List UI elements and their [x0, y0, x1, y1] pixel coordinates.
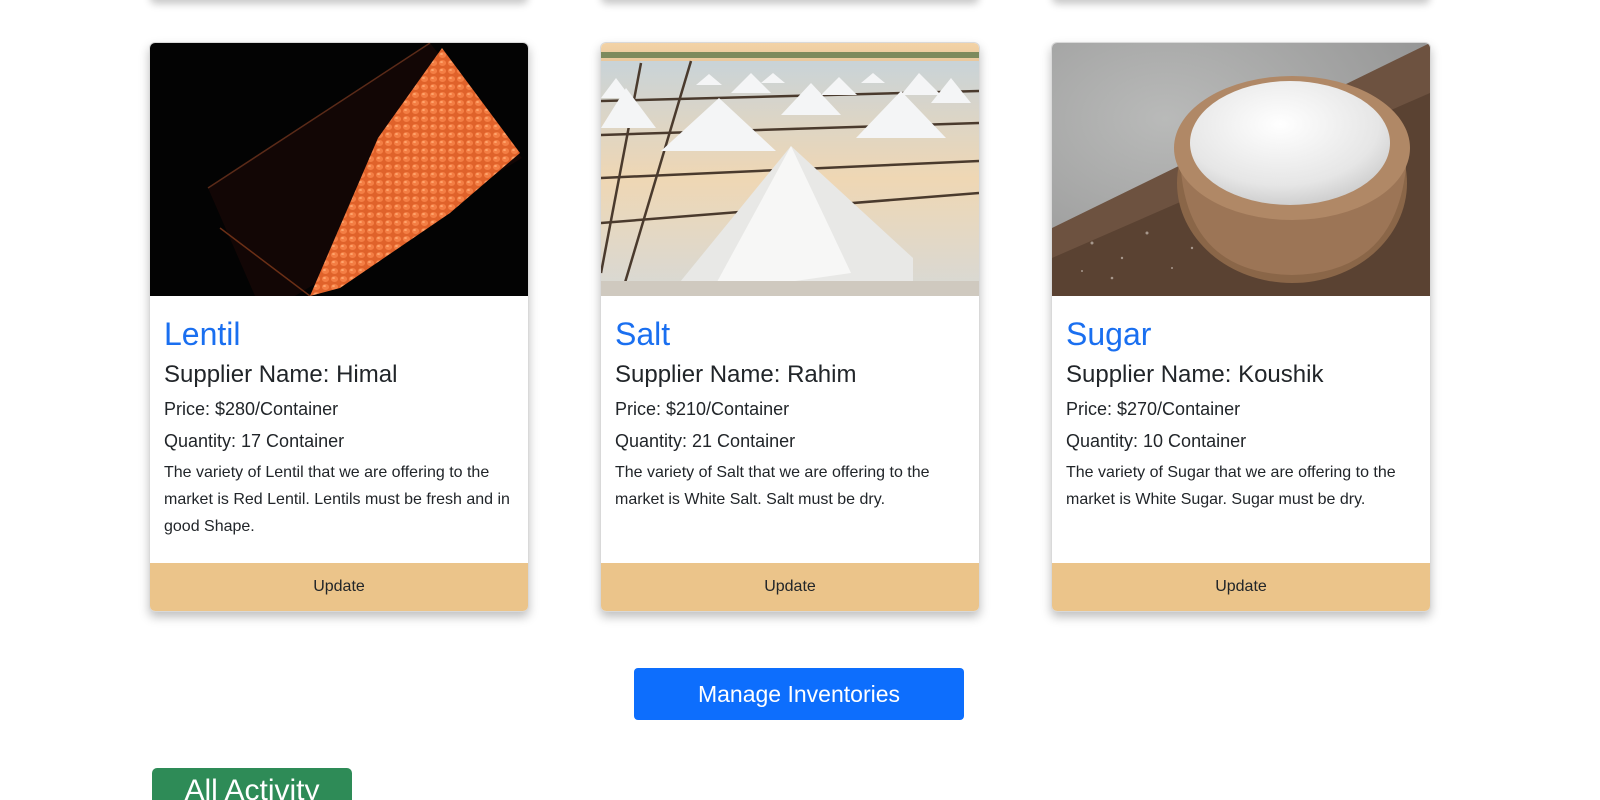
card-body: Sugar Supplier Name: Koushik Price: $270… — [1066, 311, 1418, 513]
card-body: Lentil Supplier Name: Himal Price: $280/… — [164, 311, 516, 540]
page: Lentil Supplier Name: Himal Price: $280/… — [0, 0, 1600, 800]
product-image-sugar — [1052, 43, 1430, 296]
product-image-lentil — [150, 43, 528, 296]
manage-inventories-button[interactable]: Manage Inventories — [634, 668, 964, 720]
product-name: Salt — [615, 316, 671, 352]
all-activity-heading: All Activity — [152, 768, 352, 800]
product-description: The variety of Sugar that we are offerin… — [1066, 464, 1396, 508]
product-description: The variety of Salt that we are offering… — [615, 464, 930, 508]
update-button[interactable]: Update — [150, 563, 528, 611]
supplier-name: Supplier Name: Koushik — [1066, 361, 1324, 388]
update-button[interactable]: Update — [1052, 563, 1430, 611]
product-quantity: Quantity: 17 Container — [164, 431, 345, 451]
update-button[interactable]: Update — [601, 563, 979, 611]
product-price: Price: $270/Container — [1066, 399, 1241, 419]
product-description: The variety of Lentil that we are offeri… — [164, 464, 510, 535]
supplier-name: Supplier Name: Himal — [164, 361, 398, 388]
product-price: Price: $280/Container — [164, 399, 339, 419]
product-card-lentil: Lentil Supplier Name: Himal Price: $280/… — [149, 42, 529, 612]
product-quantity: Quantity: 10 Container — [1066, 431, 1247, 451]
product-quantity: Quantity: 21 Container — [615, 431, 796, 451]
product-image-salt — [601, 43, 979, 296]
product-name: Sugar — [1066, 316, 1152, 352]
product-price: Price: $210/Container — [615, 399, 790, 419]
product-card-sugar: Sugar Supplier Name: Koushik Price: $270… — [1051, 42, 1431, 612]
supplier-name: Supplier Name: Rahim — [615, 361, 857, 388]
product-card-salt: Salt Supplier Name: Rahim Price: $210/Co… — [600, 42, 980, 612]
product-name: Lentil — [164, 316, 241, 352]
card-body: Salt Supplier Name: Rahim Price: $210/Co… — [615, 311, 967, 513]
